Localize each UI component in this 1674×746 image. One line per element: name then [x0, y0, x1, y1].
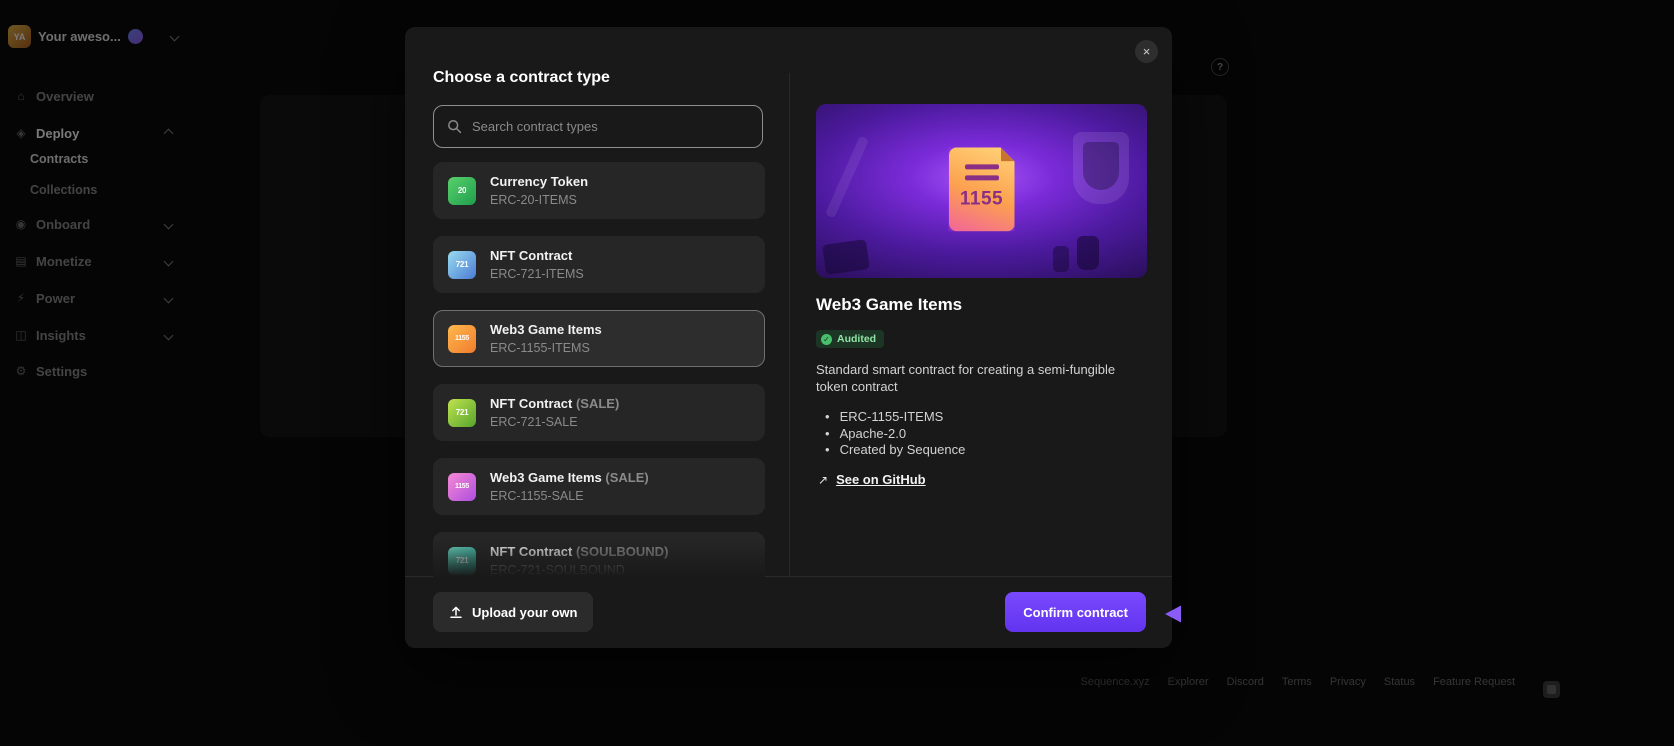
contract-description: Standard smart contract for creating a s…: [816, 362, 1116, 394]
sword-shape: [824, 135, 870, 219]
detail-title: Web3 Game Items: [816, 295, 963, 314]
erc721-sale-icon: 721: [448, 398, 476, 427]
contract-name-suffix: (SOULBOUND): [575, 544, 669, 559]
contract-search-box: [433, 105, 763, 148]
app-root: YA Your aweso... ⌂ Overview ◈ Deploy Con…: [0, 0, 1674, 746]
contract-illustration: 1155: [816, 104, 1147, 278]
erc721-icon: 721: [448, 250, 476, 279]
bullet-icon: •: [825, 409, 830, 424]
erc1155-sale-icon: 1155: [448, 472, 476, 501]
choose-contract-type-modal: Choose a contract type × 20 Currency Tok…: [405, 27, 1172, 648]
contract-option-web3-game-items-sale[interactable]: 1155 Web3 Game Items (SALE) ERC-1155-SAL…: [433, 458, 765, 515]
erc721-soulbound-icon: 721: [448, 546, 476, 575]
contract-name-suffix: (SALE): [605, 470, 649, 485]
github-link-label: See on GitHub: [836, 472, 926, 487]
audited-badge: ✓ Audited: [816, 330, 885, 348]
contract-option-web3-game-items[interactable]: 1155 Web3 Game Items ERC-1155-ITEMS: [433, 310, 765, 367]
list-item: • Apache-2.0: [825, 425, 907, 441]
list-item: • ERC-1155-ITEMS: [825, 409, 944, 424]
contract-code: ERC-1155-ITEMS: [490, 341, 590, 355]
contract-name: Web3 Game Items: [490, 322, 602, 337]
check-icon: ✓: [821, 333, 832, 345]
contract-name: NFT Contract: [490, 248, 573, 263]
erc20-icon: 20: [448, 176, 476, 205]
vertical-divider: [789, 73, 790, 576]
contract-name: Web3 Game Items (SALE): [490, 470, 649, 485]
contract-name: NFT Contract (SALE): [490, 396, 620, 411]
shield-shape: [1073, 132, 1129, 204]
contract-option-nft-contract[interactable]: 721 NFT Contract ERC-721-ITEMS: [433, 236, 765, 293]
confirm-contract-button[interactable]: Confirm contract: [1005, 592, 1146, 632]
contract-code: ERC-721-ITEMS: [490, 267, 584, 281]
contract-name: Currency Token: [490, 174, 589, 189]
document-fold: [1001, 147, 1015, 161]
document-number: 1155: [959, 188, 1004, 210]
erc1155-document-icon: 1155: [949, 147, 1015, 231]
contract-details-list: • ERC-1155-ITEMS • Apache-2.0 • Created …: [825, 409, 965, 459]
see-on-github-link[interactable]: ↗ See on GitHub: [818, 472, 926, 487]
audited-badge-label: Audited: [837, 333, 877, 345]
contract-name: NFT Contract (SOULBOUND): [490, 544, 669, 559]
modal-title: Choose a contract type: [433, 69, 610, 86]
contract-name-suffix: (SALE): [575, 396, 620, 411]
search-input[interactable]: [472, 119, 749, 134]
list-item: • Created by Sequence: [825, 442, 966, 457]
bullet-icon: •: [825, 442, 830, 457]
document-line: [965, 175, 999, 180]
contract-code: ERC-721-SALE: [490, 415, 578, 429]
confirm-button-label: Confirm contract: [1023, 604, 1128, 620]
potion-shape: [1077, 236, 1099, 270]
contract-option-nft-contract-sale[interactable]: 721 NFT Contract (SALE) ERC-721-SALE: [433, 384, 765, 441]
upload-icon: [450, 606, 462, 618]
contract-code: ERC-1155-SALE: [490, 489, 584, 503]
modal-footer: Upload your own Confirm contract: [405, 577, 1172, 648]
close-icon[interactable]: ×: [1135, 40, 1158, 63]
contract-option-currency-token[interactable]: 20 Currency Token ERC-20-ITEMS: [433, 162, 765, 219]
potion-shape: [1053, 246, 1069, 272]
external-link-icon: ↗: [818, 472, 829, 487]
bullet-icon: •: [825, 425, 830, 441]
upload-button-label: Upload your own: [472, 604, 578, 620]
contract-type-list: 20 Currency Token ERC-20-ITEMS 721 NFT C…: [433, 160, 765, 577]
search-icon: [448, 120, 462, 134]
document-line: [965, 164, 999, 169]
block-shape: [822, 239, 870, 275]
contract-code: ERC-721-SOULBOUND: [490, 563, 625, 577]
contract-option-nft-contract-soulbound[interactable]: 721 NFT Contract (SOULBOUND) ERC-721-SOU…: [433, 532, 765, 577]
upload-your-own-button[interactable]: Upload your own: [433, 592, 594, 632]
contract-code: ERC-20-ITEMS: [490, 193, 577, 207]
erc1155-icon: 1155: [448, 324, 476, 353]
